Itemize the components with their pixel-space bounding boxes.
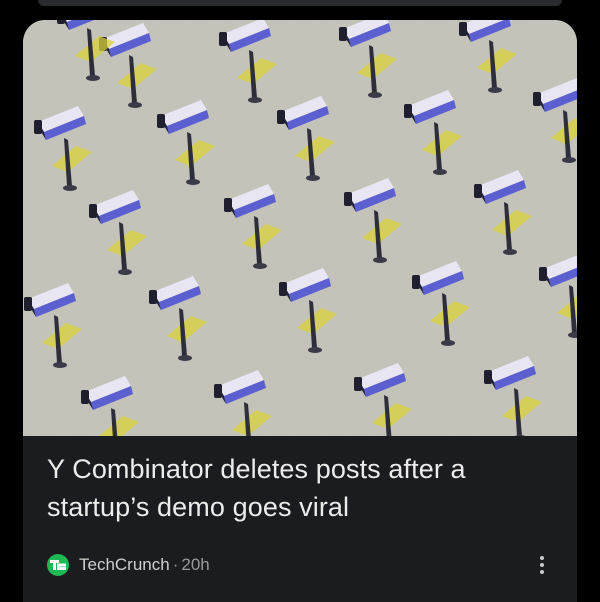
news-card[interactable]: Y Combinator deletes posts after a start… [23,20,577,602]
source-name: TechCrunch [79,555,170,574]
techcrunch-logo-icon [47,554,69,576]
more-vert-icon [540,555,544,560]
meta-separator: · [172,555,179,574]
article-headline[interactable]: Y Combinator deletes posts after a start… [47,450,547,526]
more-options-button[interactable] [529,551,555,579]
article-age: 20h [181,555,210,574]
previous-card-edge [38,0,562,6]
article-hero-image[interactable] [23,20,577,436]
article-meta: TechCrunch · 20h [47,552,210,578]
